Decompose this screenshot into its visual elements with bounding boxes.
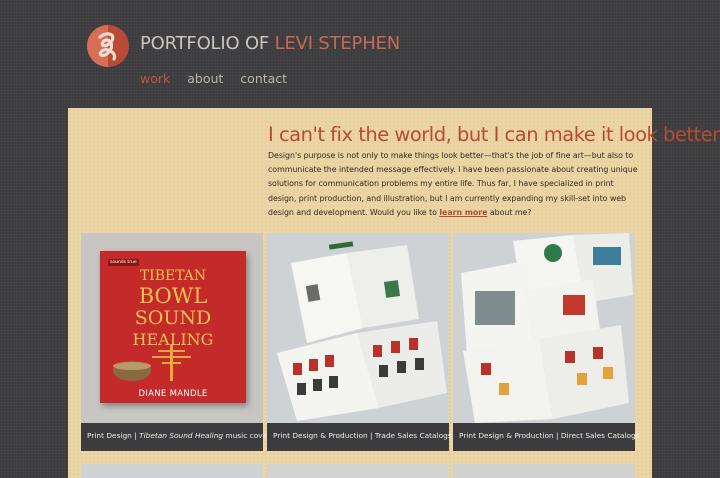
logo[interactable] (87, 25, 129, 67)
card-thumbnail: sounds true TIBETAN BOWL SOUND HEALING D… (81, 233, 263, 423)
catalog-spread-illustration (277, 241, 447, 421)
nav-item-contact[interactable]: contact (240, 71, 287, 86)
card-caption: Print Design | Tibetan Sound Healing mus… (81, 423, 270, 451)
portfolio-card-row2-1[interactable] (81, 464, 263, 478)
portfolio-card-tibetan-bowl[interactable]: sounds true TIBETAN BOWL SOUND HEALING D… (81, 233, 270, 451)
caption-prefix: Print Design & Production | Direct Sales… (459, 431, 640, 440)
nav-item-about[interactable]: about (187, 71, 223, 86)
cover-publisher: sounds true (108, 259, 139, 266)
caption-suffix: music cover (223, 431, 271, 440)
singing-bowl-illustration (113, 345, 191, 381)
intro-body-end: about me? (487, 207, 532, 217)
nav-item-work[interactable]: work (140, 71, 170, 86)
caption-italic: Tibetan Sound Healing (139, 431, 224, 440)
caption-prefix: Print Design | (87, 431, 140, 440)
card-caption: Print Design & Production | Trade Sales … (267, 423, 452, 451)
main-nav: work about contact (140, 71, 300, 86)
site-title-name: LEVI STEPHEN (274, 33, 401, 54)
card-caption: Print Design & Production | Direct Sales… (453, 423, 640, 451)
portfolio-card-direct-catalogs[interactable]: Print Design & Production | Direct Sales… (453, 233, 640, 451)
cover-line1: TIBETAN (139, 268, 207, 284)
cover-author: DIANE MANDLE (138, 389, 208, 399)
intro-text: Design's purpose is not only to make thi… (268, 149, 638, 220)
cover-line3: SOUND (134, 307, 212, 329)
learn-more-link[interactable]: learn more (439, 208, 487, 217)
caption-prefix: Print Design & Production | Trade Sales … (273, 431, 452, 440)
card-thumbnail (267, 233, 449, 423)
portfolio-card-row2-3[interactable] (453, 464, 635, 478)
site-title[interactable]: PORTFOLIO OF LEVI STEPHEN (140, 33, 400, 54)
card-thumbnail (453, 233, 635, 423)
catalog-spread-illustration (461, 233, 633, 423)
cover-line2: BOWL (138, 284, 208, 308)
album-cover: sounds true TIBETAN BOWL SOUND HEALING D… (100, 251, 246, 403)
portfolio-card-row2-2[interactable] (267, 464, 449, 478)
site-title-prefix: PORTFOLIO OF (140, 33, 275, 54)
intro-headline: I can't fix the world, but I can make it… (268, 123, 720, 146)
content-panel: I can't fix the world, but I can make it… (68, 108, 720, 478)
portfolio-card-trade-catalogs[interactable]: Print Design & Production | Trade Sales … (267, 233, 452, 451)
